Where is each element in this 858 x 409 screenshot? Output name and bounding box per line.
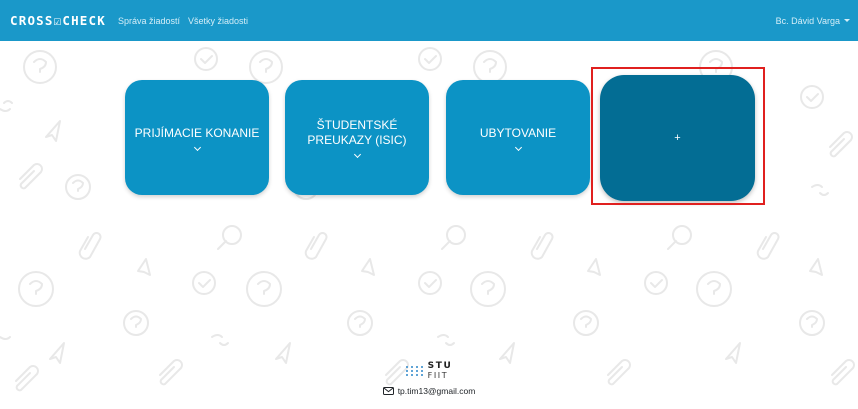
nav-link-manage-requests[interactable]: Správa žiadostí: [118, 16, 180, 26]
envelope-icon: [382, 387, 394, 395]
stu-fiit-logo: STU FIIT: [405, 360, 453, 382]
chevron-down-icon: [844, 19, 850, 22]
footer-email-text: tp.tim13@gmail.com: [397, 386, 476, 396]
nav-link-all-requests[interactable]: Všetky žiadosti: [188, 16, 248, 26]
user-name: Bc. Dávid Varga: [775, 15, 840, 26]
card-admissions-label: PRIJÍMACIE KONANIE: [134, 125, 260, 140]
user-menu[interactable]: Bc. Dávid Varga: [776, 16, 850, 26]
footer: STU FIIT tp.tim13@gmail.com: [0, 360, 858, 409]
card-student-cards[interactable]: ŠTUDENTSKÉ PREUKAZY (ISIC): [285, 80, 429, 195]
navbar: CROSS☑CHECK Správa žiadostí Všetky žiado…: [0, 0, 858, 41]
card-admissions[interactable]: PRIJÍMACIE KONANIE: [125, 80, 269, 195]
chevron-down-icon: [514, 143, 522, 151]
logo-dots: [405, 366, 424, 376]
logo-fiit: FIIT: [427, 371, 449, 380]
chevron-down-icon: [353, 150, 361, 159]
add-card-button[interactable]: +: [600, 75, 755, 201]
add-card-label: +: [674, 131, 681, 144]
brand-logo[interactable]: CROSS☑CHECK: [10, 13, 106, 28]
card-accommodation[interactable]: UBYTOVANIE: [446, 80, 590, 195]
card-student-cards-label: ŠTUDENTSKÉ PREUKAZY (ISIC): [307, 118, 407, 147]
chevron-down-icon: [193, 143, 201, 151]
footer-email[interactable]: tp.tim13@gmail.com: [382, 386, 476, 396]
card-accommodation-label: UBYTOVANIE: [479, 125, 557, 140]
logo-stu: STU: [427, 361, 453, 371]
